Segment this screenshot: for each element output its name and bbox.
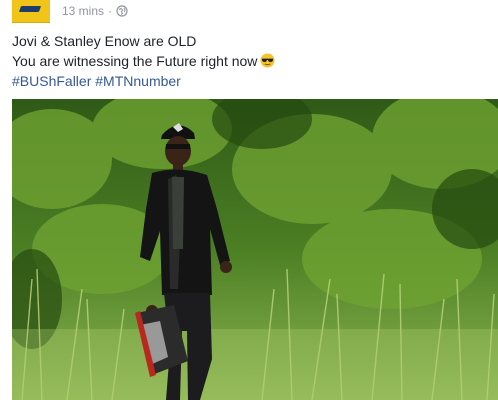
hashtag-link-mtnnumber[interactable]: #MTNnumber bbox=[95, 73, 181, 89]
post-photo[interactable] bbox=[12, 99, 498, 400]
hashtag-line: #BUShFaller #MTNnumber bbox=[12, 71, 492, 91]
hashtag-link-bushfaller[interactable]: #BUShFaller bbox=[12, 73, 91, 89]
post-timestamp[interactable]: 13 mins bbox=[62, 4, 104, 18]
globe-icon[interactable] bbox=[116, 5, 128, 17]
post-line-2-text: You are witnessing the Future right now bbox=[12, 53, 258, 69]
avatar-logo-mark bbox=[18, 6, 42, 12]
post-header: 13 mins · bbox=[0, 0, 498, 28]
post-line-1: Jovi & Stanley Enow are OLD bbox=[12, 33, 197, 49]
post-message: Jovi & Stanley Enow are OLD You are witn… bbox=[12, 31, 492, 91]
post-line-2: You are witnessing the Future right now bbox=[12, 51, 492, 71]
sunglasses-emoji bbox=[260, 53, 275, 68]
meta-separator: · bbox=[108, 4, 113, 18]
page-avatar[interactable] bbox=[12, 0, 50, 23]
photo-scene bbox=[12, 99, 498, 400]
post-meta: 13 mins · bbox=[62, 4, 128, 18]
